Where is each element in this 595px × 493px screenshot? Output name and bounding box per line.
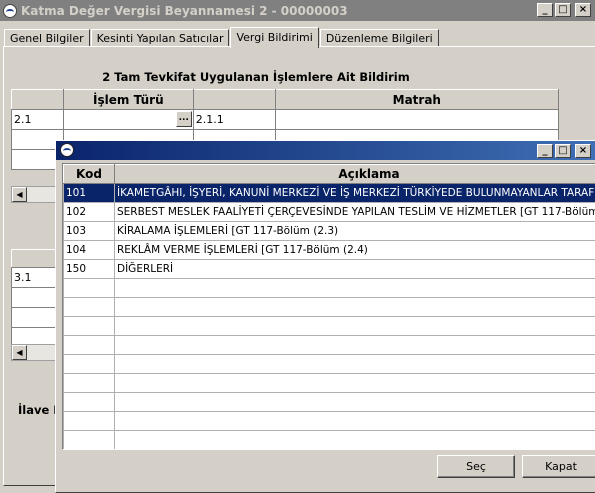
app-icon: [60, 143, 74, 157]
scroll-left-arrow-icon[interactable]: ◀: [12, 345, 27, 360]
aciklama-cell: İKAMETGÂHI, İŞYERİ, KANUNİ MERKEZİ VE İŞ…: [114, 183, 595, 203]
empty-row: [63, 297, 595, 317]
main-titlebar[interactable]: Katma Değer Vergisi Beyannamesi 2 - 0000…: [0, 0, 595, 21]
empty-row: [63, 392, 595, 412]
column-header-kod[interactable]: Kod: [63, 164, 115, 184]
empty-row: [63, 411, 595, 431]
tab-genel-bilgiler[interactable]: Genel Bilgiler: [4, 29, 90, 47]
horizontal-scrollbar[interactable]: ◀: [11, 186, 56, 203]
list-item[interactable]: 102 SERBEST MESLEK FAALİYETİ ÇERÇEVESİND…: [63, 202, 595, 222]
empty-row: [63, 316, 595, 336]
kapat-button[interactable]: Kapat: [522, 455, 595, 478]
kod-cell: 101: [63, 183, 115, 203]
list-item[interactable]: 150 DİĞERLERİ: [63, 259, 595, 279]
aciklama-cell: DİĞERLERİ: [114, 259, 595, 279]
empty-row: [63, 430, 595, 449]
islem-turu-cell[interactable]: ...: [62, 109, 194, 130]
tab-duzenleme-bilgileri[interactable]: Düzenleme Bilgileri: [319, 29, 439, 47]
aciklama-cell: SERBEST MESLEK FAALİYETİ ÇERÇEVESİNDE YA…: [114, 202, 595, 222]
sub-row-number: 2.1.1: [192, 109, 276, 130]
kod-cell: 103: [63, 221, 115, 241]
list-item[interactable]: 104 REKLÂM VERME İŞLEMLERİ [GT 117-Bölüm…: [63, 240, 595, 260]
dialog-titlebar[interactable]: _ □ ×: [56, 141, 595, 160]
kod-cell: 102: [63, 202, 115, 222]
maximize-icon[interactable]: □: [555, 144, 571, 158]
minimize-icon[interactable]: _: [537, 144, 553, 158]
close-icon[interactable]: ×: [575, 144, 591, 158]
empty-row: [63, 354, 595, 374]
scroll-left-arrow-icon[interactable]: ◀: [12, 187, 27, 202]
app-icon: [3, 3, 17, 18]
close-icon[interactable]: ×: [575, 3, 591, 17]
lookup-ellipsis-button[interactable]: ...: [175, 111, 192, 127]
kod-cell: 150: [63, 259, 115, 279]
column-header-no: [11, 89, 64, 110]
horizontal-scrollbar-2[interactable]: ◀: [11, 344, 56, 361]
lookup-dialog: _ □ × Kod Açıklama 101 İKAMETGÂHI, İŞYER…: [55, 140, 595, 493]
minimize-icon[interactable]: _: [537, 3, 553, 17]
sec-button[interactable]: Seç: [437, 455, 515, 478]
column-header-sub: [192, 89, 276, 110]
kod-cell: 104: [63, 240, 115, 260]
window-title: Katma Değer Vergisi Beyannamesi 2 - 0000…: [21, 3, 348, 18]
empty-row: [63, 373, 595, 393]
aciklama-cell: REKLÂM VERME İŞLEMLERİ [GT 117-Bölüm (2.…: [114, 240, 595, 260]
tab-vergi-bildirimi[interactable]: Vergi Bildirimi: [230, 27, 319, 48]
list-item[interactable]: 103 KİRALAMA İŞLEMLERİ [GT 117-Bölüm (2.…: [63, 221, 595, 241]
tab-kesinti-yapilan-saticilar[interactable]: Kesinti Yapılan Satıcılar: [90, 29, 230, 47]
column-header-islem-turu: İşlem Türü: [62, 89, 194, 110]
aciklama-cell: KİRALAMA İŞLEMLERİ [GT 117-Bölüm (2.3): [114, 221, 595, 241]
tab-strip: Genel Bilgiler Kesinti Yapılan Satıcılar…: [4, 27, 440, 48]
column-header-matrah: Matrah: [274, 89, 560, 110]
code-list[interactable]: Kod Açıklama 101 İKAMETGÂHI, İŞYERİ, KAN…: [62, 163, 595, 450]
list-item[interactable]: 101 İKAMETGÂHI, İŞYERİ, KANUNİ MERKEZİ V…: [63, 183, 595, 203]
empty-row: [63, 278, 595, 298]
section-title: 2 Tam Tevkifat Uygulanan İşlemlere Ait B…: [102, 70, 410, 84]
matrah-cell[interactable]: [274, 109, 560, 130]
row-number: 2.1: [11, 109, 64, 130]
column-header-aciklama[interactable]: Açıklama: [114, 164, 595, 184]
empty-row: [63, 335, 595, 355]
maximize-icon[interactable]: □: [555, 3, 571, 17]
